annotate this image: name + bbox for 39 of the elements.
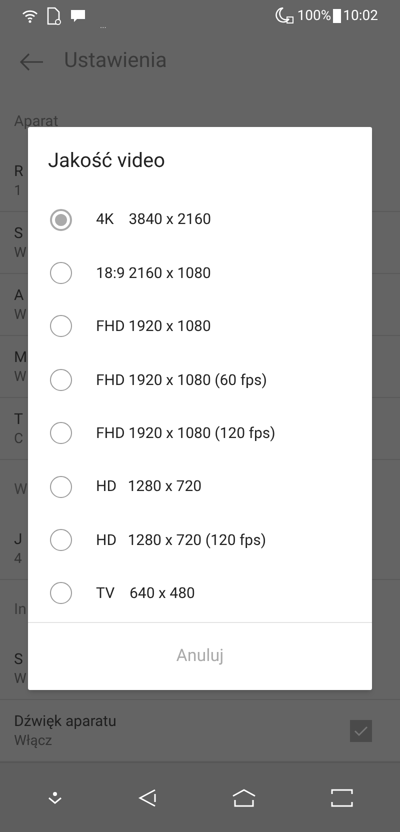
radio-button[interactable] [50, 262, 72, 284]
back-icon[interactable] [138, 788, 158, 807]
setting-title: M [14, 346, 28, 367]
setting-title: Dźwięk aparatu [14, 710, 116, 731]
setting-title: R [14, 160, 24, 181]
radio-button[interactable] [50, 582, 72, 604]
radio-option[interactable]: TV 640 x 480 [28, 566, 372, 620]
setting-title: J [14, 528, 22, 549]
radio-button[interactable] [50, 315, 72, 338]
radio-button[interactable] [50, 476, 72, 498]
radio-button[interactable] [50, 208, 72, 231]
recents-icon[interactable] [330, 788, 353, 807]
radio-button[interactable] [50, 529, 72, 552]
battery-icon [333, 9, 342, 23]
radio-option[interactable]: 4K 3840 x 2160 [28, 193, 372, 246]
notification-dots: ... [100, 20, 106, 32]
setting-title: A [14, 284, 24, 305]
moon-alarm-icon [275, 7, 296, 25]
home-icon[interactable] [232, 788, 256, 807]
clock: 10:02 [343, 6, 378, 26]
back-arrow-icon[interactable] [20, 53, 44, 72]
setting-title: S [14, 648, 23, 669]
setting-title: T [14, 408, 23, 429]
setting-title: S [14, 222, 23, 243]
radio-button[interactable] [50, 422, 72, 444]
checkbox[interactable] [350, 720, 372, 742]
battery-percentage: 100% [297, 6, 332, 26]
radio-option[interactable]: FHD 1920 x 1080 (120 fps) [28, 406, 372, 460]
wifi-icon [22, 8, 38, 24]
radio-option[interactable]: HD 1280 x 720 (120 fps) [28, 513, 372, 567]
chevron-down-icon[interactable] [47, 790, 64, 805]
radio-option[interactable]: HD 1280 x 720 [28, 460, 372, 514]
dialog-title: Jakość video [48, 147, 166, 174]
radio-option[interactable]: 18:9 2160 x 1080 [28, 246, 372, 300]
sd-card-icon [46, 7, 62, 25]
radio-option[interactable]: FHD 1920 x 1080 (60 fps) [28, 353, 372, 407]
radio-button[interactable] [50, 368, 72, 391]
radio-option[interactable]: FHD 1920 x 1080 [28, 300, 372, 354]
message-icon [70, 8, 86, 24]
